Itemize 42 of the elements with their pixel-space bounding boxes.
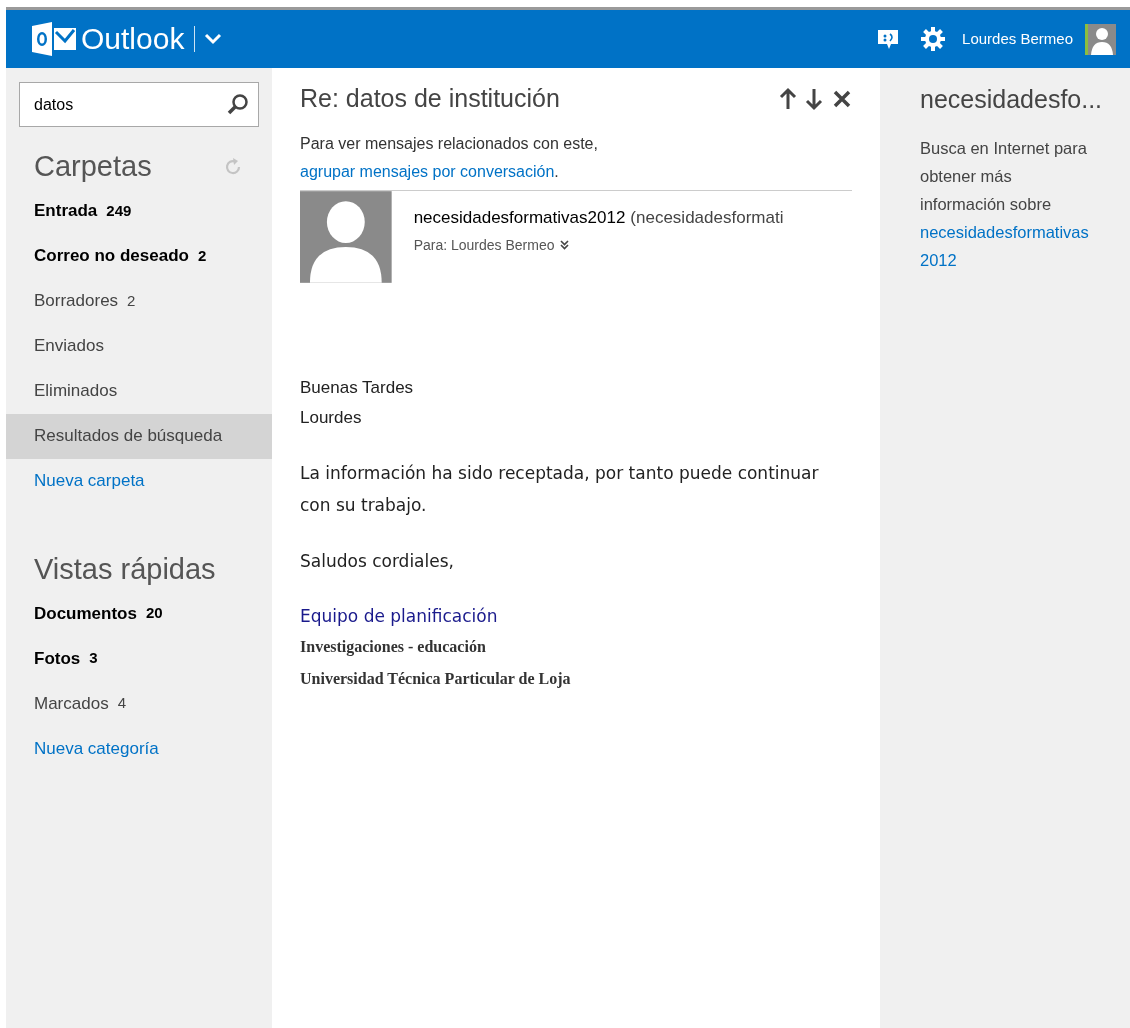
- close-icon[interactable]: [832, 89, 852, 109]
- folder-item[interactable]: Enviados: [6, 323, 272, 369]
- folder-item[interactable]: Marcados 4: [6, 681, 272, 726]
- avatar-icon: [300, 191, 392, 283]
- new-item-link[interactable]: Nueva carpeta: [34, 468, 145, 494]
- signature-line: Investigaciones - educación: [300, 637, 487, 658]
- outlook-logo-icon: [32, 22, 76, 56]
- settings-icon[interactable]: [920, 26, 947, 52]
- sender-address: (necesidadesformati: [630, 207, 784, 229]
- panel-text: Busca en Internet para obtener más información sobre: [920, 138, 1088, 215]
- chat-icon[interactable]: [876, 27, 901, 51]
- folder-item[interactable]: Eliminados: [6, 368, 272, 414]
- arrow-up-icon[interactable]: [778, 87, 798, 111]
- new-item-link[interactable]: Nueva categoría: [34, 735, 159, 762]
- folder-item[interactable]: Entrada 249: [6, 188, 272, 234]
- search-icon[interactable]: [227, 93, 249, 115]
- signature-line: Universidad Técnica Particular de Loja: [300, 669, 572, 690]
- app-name: Outlook: [81, 24, 185, 54]
- conversation-notice: Para ver mensajes relacionados con este, agrupar mensajes por conversación.: [300, 134, 599, 182]
- search-link[interactable]: necesidadesformativas2012: [920, 218, 1096, 274]
- section-title: Vistas rápidas: [34, 551, 217, 587]
- recipient-line: Para: Lourdes Bermeo: [413, 235, 555, 255]
- sender-name[interactable]: necesidadesformativas2012: [413, 205, 626, 231]
- folder-item[interactable]: Borradores 2: [6, 278, 272, 324]
- message-subject: Re: datos de institución: [300, 83, 561, 115]
- signature-team: Equipo de planificación: [300, 605, 499, 628]
- folder-item[interactable]: Documentos 20: [6, 591, 272, 636]
- section-title: Carpetas: [34, 149, 153, 184]
- group-conversation-link[interactable]: agrupar mensajes por conversación: [300, 163, 555, 180]
- search-field[interactable]: datos: [19, 82, 259, 127]
- expand-icon[interactable]: [559, 240, 569, 250]
- body-text: Saludos cordiales,: [300, 550, 455, 573]
- avatar-icon[interactable]: [1085, 23, 1116, 55]
- body-text: La información ha sido receptada, por tanto puede continuar con su trabajo.: [300, 462, 820, 517]
- folder-item[interactable]: Correo no deseado 2: [6, 233, 272, 279]
- body-text: Lourdes: [300, 407, 363, 429]
- folder-item[interactable]: Resultados de búsqueda: [6, 413, 272, 459]
- body-text: Buenas Tardes: [300, 377, 415, 399]
- arrow-down-icon[interactable]: [804, 87, 824, 111]
- panel-title: necesidadesfo...: [920, 84, 1104, 115]
- folder-item[interactable]: Fotos 3: [6, 636, 272, 681]
- user-name[interactable]: Lourdes Bermeo: [962, 27, 1073, 51]
